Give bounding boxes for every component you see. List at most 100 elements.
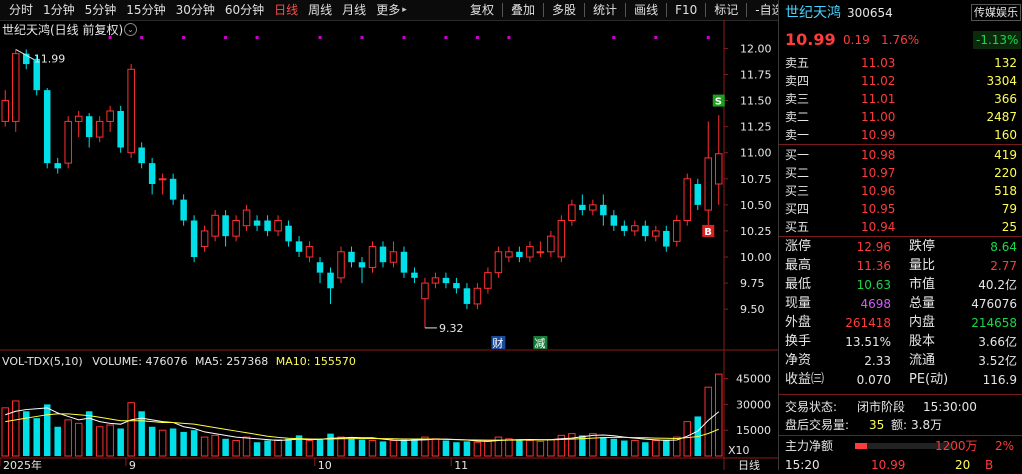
capital-amount: 1200万 [935,439,978,453]
candle-body [242,209,251,227]
stat-value: 8.64 [990,240,1017,254]
candle-body [211,214,219,237]
volume-bar [358,439,366,456]
book-price: 10.95 [861,202,896,216]
bid-row[interactable]: 买二 10.97 220 [785,164,1017,182]
ask-row[interactable]: 卖五 11.03 132 [785,54,1017,72]
capital-label: 主力净额 [785,439,834,453]
bid-row[interactable]: 买一 10.98 419 [785,146,1017,164]
kline-chart-svg[interactable]: 12.00 11.75 11.50 11.25 11.00 10.75 10.50 10.25… [0,20,778,470]
book-level-label: 卖五 [785,56,810,70]
last-price: 10.99 [785,30,836,49]
capital-divider [779,435,1022,436]
ask-row[interactable]: 卖四 11.02 3304 [785,72,1017,90]
book-level-label: 买四 [785,202,810,216]
volume-tick-label: 30000 [736,398,771,411]
tick-time: 15:20 [785,458,820,472]
tab-period[interactable]: 60分钟 [220,0,269,20]
bid-row[interactable]: 买四 10.95 79 [785,200,1017,218]
volume-bar [127,402,135,457]
stat-value: 116.9 [982,373,1017,387]
candle-body [536,251,545,254]
stat-label: 流通 [909,353,936,368]
candle-body [117,111,124,148]
price-tick-label: 10.25 [740,225,772,238]
tick-volume: 20 [955,458,971,472]
candle-body [683,178,692,222]
tab-period[interactable]: 日线 [269,0,303,20]
event-marker [402,36,406,39]
volume-bar [411,438,418,456]
stats-row: 换手 13.51% 股本 3.66亿 [785,333,1017,351]
ask-row[interactable]: 卖二 11.00 2487 [785,108,1017,126]
ask-row[interactable]: 卖一 10.99 160 [785,126,1017,144]
candle-body [600,204,607,216]
volume-bar [106,424,114,457]
finance-note-text: 财 [492,336,503,350]
stat-value: 2.77 [990,259,1017,273]
price-tick-label: 12.00 [740,42,772,55]
tool-button[interactable]: F10 [670,0,702,20]
candle-body [473,287,482,305]
reduce-note-text: 减 [534,337,545,350]
chevron-down-icon[interactable]: ⌄ [124,23,137,36]
stat-label: 现量 [785,296,812,311]
candle-body [295,241,303,252]
price-tick-label: 9.50 [740,303,765,316]
kline-chart-area[interactable]: 12.00 11.75 11.50 11.25 11.00 10.75 10.50 10.25… [0,20,778,470]
ask-row[interactable]: 卖三 11.01 366 [785,90,1017,108]
price-tick-label: 10.00 [740,251,772,264]
tab-period[interactable]: 分时 [4,0,38,20]
caret-right-icon[interactable]: ▸ [402,5,407,15]
volume-indicator-name[interactable]: VOL-TDX(5,10) [2,355,83,368]
tab-period[interactable]: 30分钟 [171,0,220,20]
book-price: 11.00 [861,110,896,124]
volume-bar [190,430,198,456]
price-tick-label: 10.75 [740,173,772,186]
volume-bar [180,431,187,456]
tool-button[interactable]: 画线 [629,0,663,20]
candle-body [453,283,460,289]
volume-bar [117,428,124,456]
tab-period[interactable]: 更多 [371,0,405,20]
volume-bar [158,429,167,457]
volume-bar [600,437,607,456]
volume-bar [621,440,628,456]
price-tick-label: 11.25 [740,121,772,134]
volume-bar [631,440,639,457]
tool-button[interactable]: 叠加 [506,0,540,20]
stat-value: 4698 [860,297,891,311]
tab-period[interactable]: 5分钟 [80,0,122,20]
tool-button[interactable]: 统计 [588,0,622,20]
bid-row[interactable]: 买五 10.94 25 [785,218,1017,236]
volume-bar [704,386,713,457]
candle-body [526,246,534,258]
stats-row: 净资 2.33 流通 3.52亿 [785,352,1017,370]
date-tick-label: 2025年 [3,458,42,470]
event-marker [182,36,186,39]
tab-period[interactable]: 15分钟 [121,0,170,20]
book-price: 11.01 [861,92,896,106]
volume-bar [253,442,261,456]
book-divider [779,144,1022,145]
tool-button[interactable]: 复权 [465,0,499,20]
bid-row[interactable]: 买三 10.96 518 [785,182,1017,200]
event-marker [475,36,479,39]
tool-button[interactable]: 标记 [709,0,743,20]
candle-body [484,272,492,289]
tab-period[interactable]: 月线 [337,0,371,20]
volume-bar [285,438,292,456]
book-level-label: 买五 [785,220,810,234]
book-level-label: 买三 [785,184,810,198]
low-marker-label: 9.32 [439,322,464,335]
candle-body [253,220,261,226]
sector-name[interactable]: 传媒娱乐 [971,4,1021,21]
book-level-label: 买一 [785,148,810,162]
tool-button[interactable]: 多股 [547,0,581,20]
tab-period[interactable]: 周线 [303,0,337,20]
tab-period[interactable]: 1分钟 [38,0,80,20]
sector-change: -1.13% [973,31,1022,49]
volume-bar [11,400,20,457]
date-tick-label: 10 [318,459,332,470]
volume-bar [473,441,482,457]
